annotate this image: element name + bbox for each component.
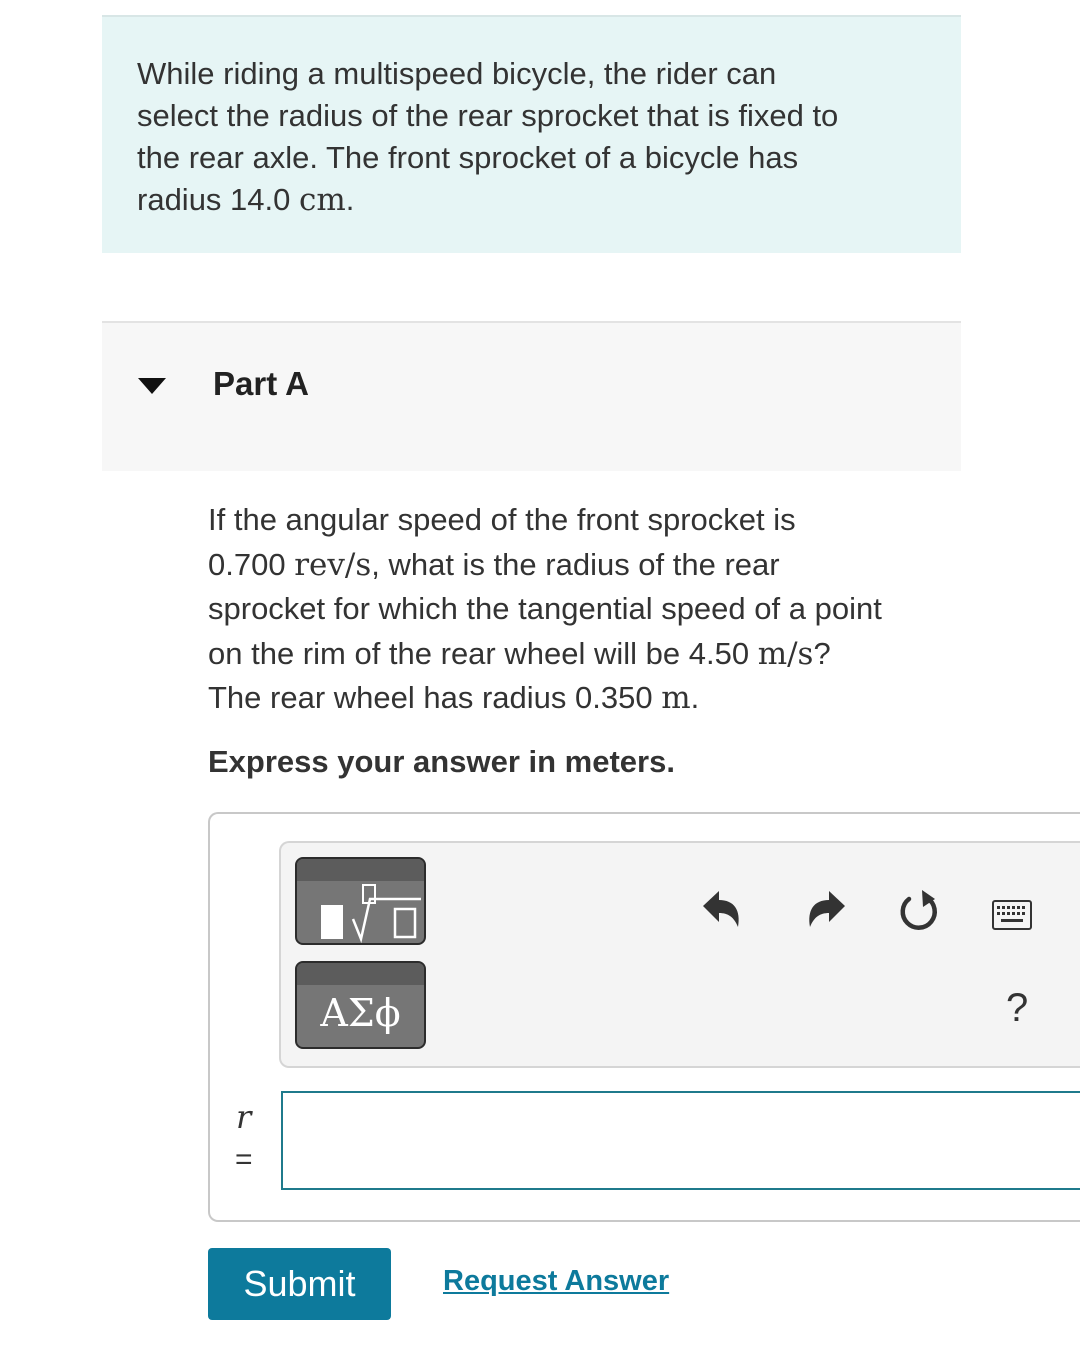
greek-symbols-label: ΑΣϕ	[320, 991, 401, 1035]
question-line-1: If the angular speed of the front sprock…	[208, 502, 796, 537]
math-toolbar: ΑΣϕ ?	[279, 841, 1080, 1068]
keyboard-icon[interactable]	[992, 900, 1032, 930]
fraction-sqrt-templates-icon	[321, 884, 421, 943]
reset-icon[interactable]	[897, 889, 943, 933]
unit-cm: cm	[299, 182, 346, 218]
answer-variable: r	[236, 1098, 252, 1136]
question-value-speed: 0.700	[208, 546, 286, 582]
greek-symbols-button[interactable]: ΑΣϕ	[295, 961, 426, 1049]
caret-down-icon[interactable]	[138, 378, 166, 394]
redo-icon[interactable]	[805, 887, 847, 931]
submit-button[interactable]: Submit	[208, 1248, 391, 1320]
intro-line-4: radius 14.0	[137, 182, 291, 217]
equals-sign: =	[235, 1143, 253, 1176]
request-answer-link[interactable]: Request Answer	[443, 1265, 669, 1298]
intro-line-1: While riding a multispeed bicycle, the r…	[137, 56, 777, 91]
part-title: Part A	[213, 365, 309, 402]
problem-intro: While riding a multispeed bicycle, the r…	[102, 15, 961, 253]
templates-button[interactable]	[295, 857, 426, 945]
part-a-header[interactable]: Part A	[102, 321, 961, 471]
question-line-4: on the rim of the rear wheel will be 4.5…	[208, 635, 750, 671]
question-text: If the angular speed of the front sprock…	[208, 498, 968, 721]
question-mark: ?	[813, 635, 831, 671]
answer-instruction: Express your answer in meters.	[208, 744, 675, 779]
unit-m-per-s: m/s	[757, 635, 814, 672]
unit-rev-per-s: rev/s	[294, 546, 372, 583]
intro-text: While riding a multispeed bicycle, the r…	[137, 53, 937, 221]
intro-line-3: the rear axle. The front sprocket of a b…	[137, 140, 799, 175]
question-line-3: sprocket for which the tangential speed …	[208, 591, 882, 626]
intro-line-2: select the radius of the rear sprocket t…	[137, 98, 839, 133]
undo-icon[interactable]	[701, 887, 743, 931]
question-period: .	[690, 680, 700, 715]
question-line-2-rest: , what is the radius of the rear	[371, 546, 780, 582]
intro-period: .	[345, 182, 355, 217]
question-line-5: The rear wheel has radius 0.350	[208, 680, 653, 715]
unit-m: m	[661, 680, 691, 716]
answer-input[interactable]	[281, 1091, 1080, 1190]
help-button[interactable]: ?	[1006, 986, 1028, 1031]
